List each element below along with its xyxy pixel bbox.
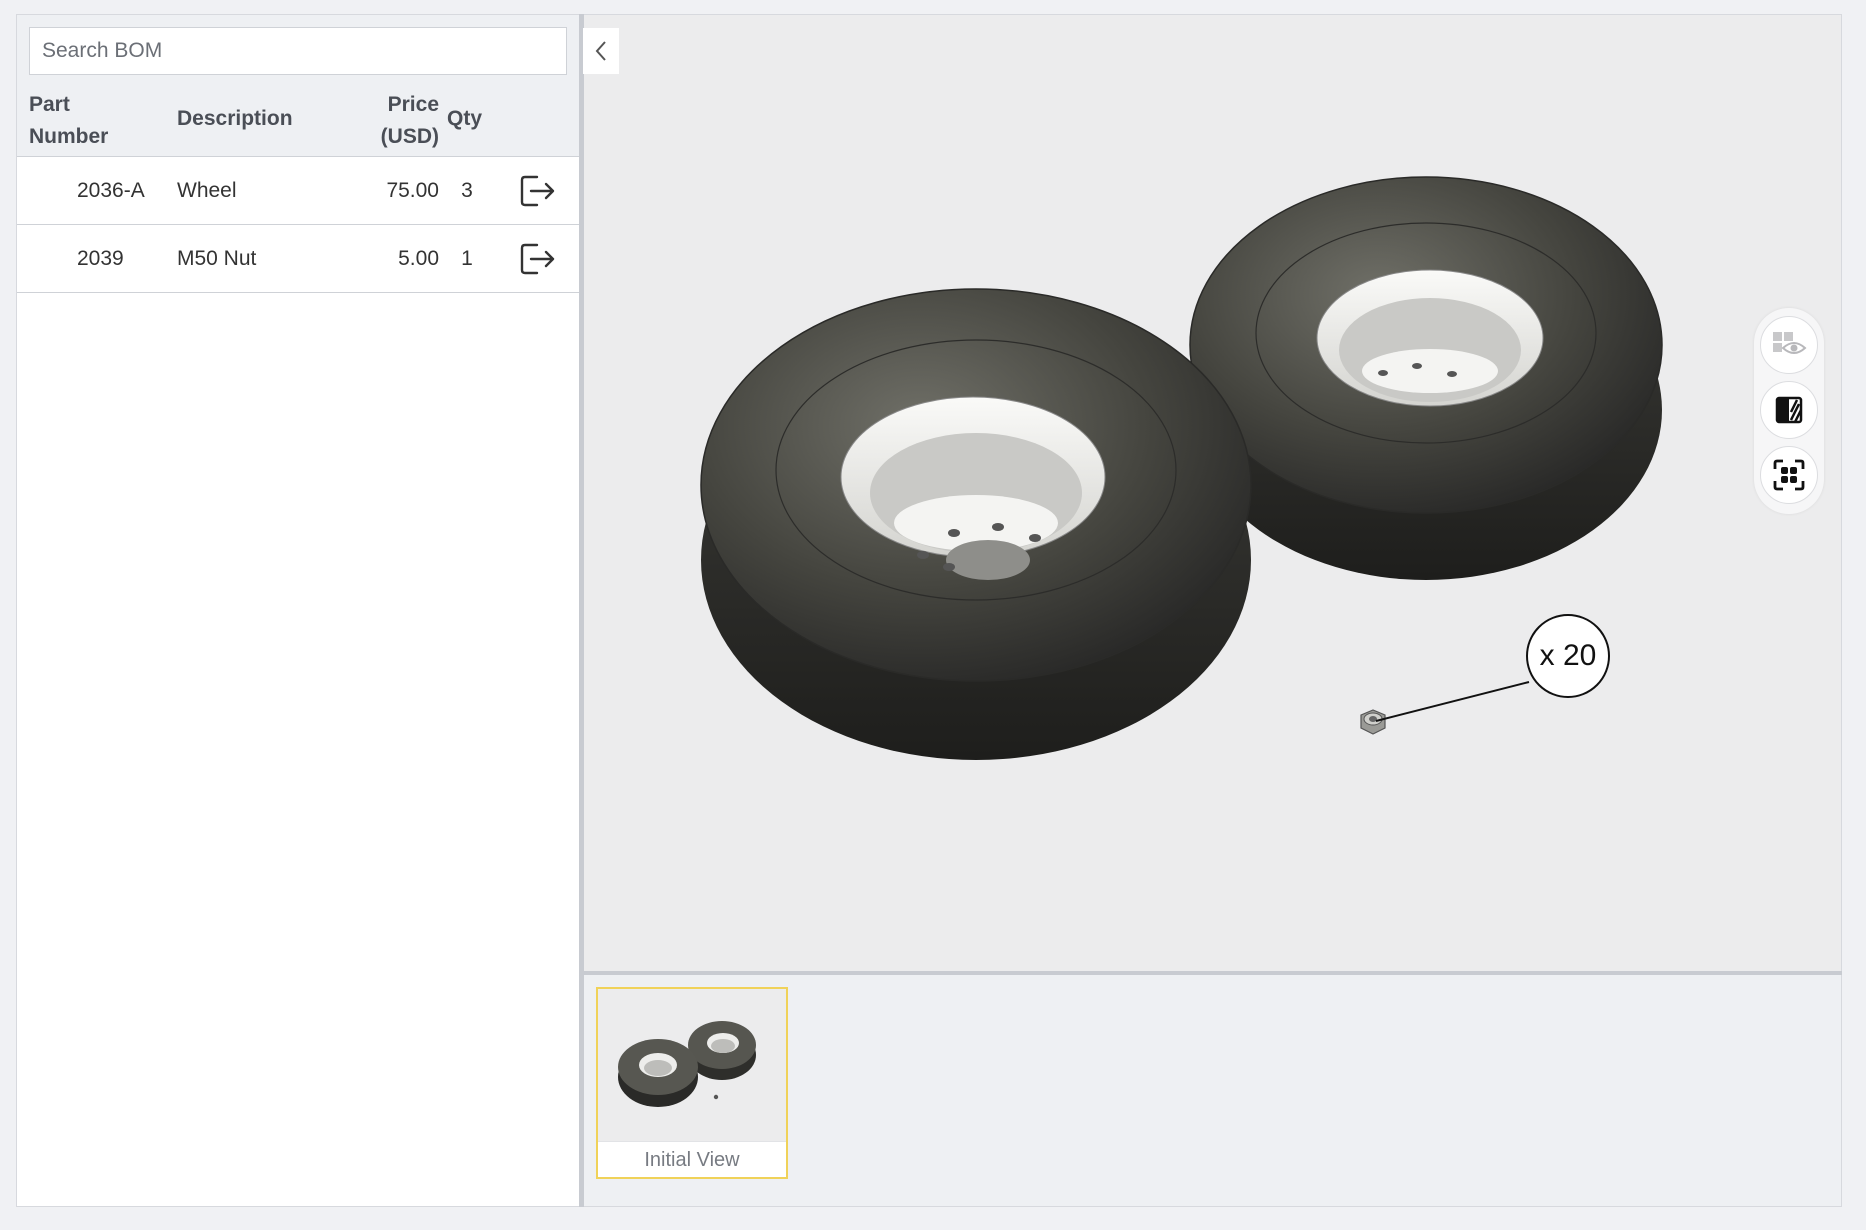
part-number-cell: 2036-A <box>77 179 145 202</box>
callout-leader-line <box>1375 681 1530 722</box>
bom-header: Part Number Description Price (USD) Qty <box>17 15 579 157</box>
view-label: Initial View <box>598 1141 786 1177</box>
model-viewer[interactable] <box>584 14 1842 972</box>
wheel-model-back[interactable] <box>1189 176 1663 580</box>
column-header-description[interactable]: Description <box>177 103 293 135</box>
view-thumbnail <box>618 1021 756 1107</box>
chevron-left-icon <box>595 41 606 61</box>
nut-model[interactable] <box>1360 709 1386 735</box>
part-number-cell: 2039 <box>77 247 124 270</box>
column-header-qty[interactable]: Qty <box>447 103 482 135</box>
viewer-toolbar <box>1754 308 1824 514</box>
column-header-part-number[interactable]: Part Number <box>29 89 149 153</box>
collapse-panel-button[interactable] <box>583 28 619 74</box>
focus-icon <box>1773 459 1805 491</box>
bom-panel: Part Number Description Price (USD) Qty … <box>16 14 579 1207</box>
wheel-model-front[interactable] <box>700 288 1252 760</box>
bom-row[interactable]: 2039 M50 Nut 5.00 1 <box>17 225 579 293</box>
fit-view-button[interactable] <box>1760 446 1818 504</box>
bom-row[interactable]: 2036-A Wheel 75.00 3 <box>17 157 579 225</box>
contrast-icon <box>1775 396 1803 424</box>
open-part-icon[interactable] <box>519 242 559 276</box>
description-cell: Wheel <box>177 179 237 202</box>
model-render[interactable] <box>584 15 1842 972</box>
bom-search-input[interactable] <box>29 27 567 75</box>
visibility-button[interactable] <box>1760 316 1818 374</box>
app-root: Part Number Description Price (USD) Qty … <box>0 0 1866 1230</box>
column-header-price[interactable]: Price (USD) <box>347 89 439 153</box>
visibility-icon <box>1773 332 1807 354</box>
quantity-callout[interactable]: x 20 <box>1526 614 1610 698</box>
render-mode-button[interactable] <box>1760 381 1818 439</box>
description-cell: M50 Nut <box>177 247 257 270</box>
open-part-icon[interactable] <box>519 174 559 208</box>
price-cell: 75.00 <box>386 179 439 202</box>
qty-cell: 1 <box>461 247 473 270</box>
footer-bar <box>0 1207 1866 1230</box>
view-card-initial[interactable]: Initial View <box>596 987 788 1179</box>
price-cell: 5.00 <box>398 247 439 270</box>
views-strip: Initial View <box>584 975 1842 1207</box>
qty-cell: 3 <box>461 179 473 202</box>
